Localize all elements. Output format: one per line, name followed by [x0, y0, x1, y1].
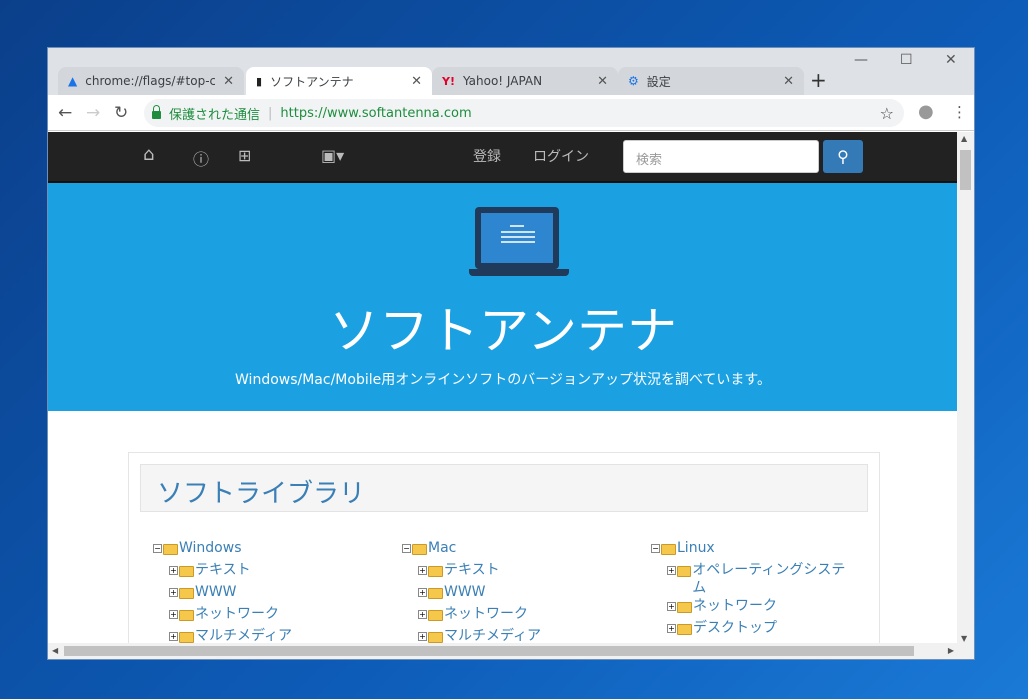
horizontal-scrollbar[interactable]: ◀ ▶	[48, 643, 974, 659]
security-label: 保護された通信	[169, 107, 261, 123]
info-icon[interactable]: ⓘ	[193, 146, 209, 170]
tree-root[interactable]: − Windows	[153, 539, 292, 561]
home-icon[interactable]: ⌂	[143, 144, 154, 165]
reload-button[interactable]: ↻	[114, 103, 128, 123]
forward-button[interactable]: →	[86, 103, 100, 123]
software-library-panel: ソフトライブラリ − Windows + テキスト + WWW + ネットワーク + マル…	[128, 452, 880, 645]
panel-title: ソフトライブラリ	[140, 464, 868, 512]
tree-item[interactable]: + デスクトップ	[651, 619, 851, 641]
site-navbar: ⌂ ⓘ ⊞ ▣▾ 登録 ログイン 検索 ⚲	[48, 132, 958, 183]
tree-root[interactable]: − Mac	[402, 539, 541, 561]
tree-item[interactable]: + ネットワーク	[402, 605, 541, 627]
tree-item[interactable]: + オペレーティングシステム	[651, 561, 851, 597]
close-tab-icon[interactable]: ✕	[223, 74, 234, 89]
yahoo-icon: Y!	[442, 74, 455, 88]
tab-flags[interactable]: ▲chrome://flags/#top-chrome-md✕	[58, 67, 244, 95]
tree-linux: − Linux + オペレーティングシステム + ネットワーク + デスクトップ	[651, 539, 851, 641]
search-icon: ⚲	[837, 147, 849, 166]
browser-window: ▲chrome://flags/#top-chrome-md✕ ▮ソフトアンテナ…	[47, 47, 975, 660]
toolbar: ← → ↻ 保護された通信 | https://www.softantenna.…	[48, 95, 974, 131]
search-input[interactable]: 検索	[623, 140, 819, 173]
close-tab-icon[interactable]: ✕	[411, 74, 422, 89]
flask-icon: ▲	[68, 74, 78, 88]
close-tab-icon[interactable]: ✕	[597, 74, 608, 89]
close-tab-icon[interactable]: ✕	[783, 74, 794, 89]
tab-strip: ▲chrome://flags/#top-chrome-md✕ ▮ソフトアンテナ…	[48, 48, 974, 95]
star-icon[interactable]: ☆	[880, 104, 894, 123]
tab-softantenna[interactable]: ▮ ソフトアンテナ ✕	[246, 67, 432, 95]
laptop-icon	[475, 207, 559, 269]
tree-item[interactable]: + テキスト	[402, 561, 541, 583]
page-content: ⌂ ⓘ ⊞ ▣▾ 登録 ログイン 検索 ⚲ ソフトアンテナ Windows/Ma…	[48, 132, 958, 645]
address-bar[interactable]: 保護された通信 | https://www.softantenna.com ☆	[144, 99, 904, 127]
login-link[interactable]: ログイン	[533, 146, 589, 166]
vertical-scrollbar[interactable]: ▲ ▼	[957, 132, 974, 645]
tree-windows: − Windows + テキスト + WWW + ネットワーク + マルチメディア	[153, 539, 292, 645]
tree-item[interactable]: + ネットワーク	[651, 597, 851, 619]
tree-item[interactable]: + テキスト	[153, 561, 292, 583]
site-subtitle: Windows/Mac/Mobile用オンラインソフトのバージョンアップ状況を調…	[235, 372, 771, 388]
tab-yahoo[interactable]: Y! Yahoo! JAPAN ✕	[432, 67, 618, 95]
register-link[interactable]: 登録	[473, 146, 501, 166]
tree-item[interactable]: + WWW	[153, 583, 292, 605]
menu-icon[interactable]: ⋮	[952, 103, 967, 121]
hero-banner: ソフトアンテナ Windows/Mac/Mobile用オンラインソフトのバージョ…	[48, 183, 958, 411]
back-button[interactable]: ←	[58, 103, 72, 123]
profile-avatar[interactable]: ●	[918, 101, 934, 122]
lock-icon	[152, 105, 161, 119]
windows-icon[interactable]: ⊞	[238, 146, 251, 165]
minimize-button[interactable]: —	[854, 52, 868, 68]
maximize-button[interactable]: ☐	[900, 52, 913, 68]
tree-item[interactable]: + ネットワーク	[153, 605, 292, 627]
close-window-button[interactable]: ✕	[945, 52, 957, 68]
search-button[interactable]: ⚲	[823, 140, 863, 173]
antenna-icon: ▮	[256, 74, 263, 88]
url-text: https://www.softantenna.com	[280, 105, 472, 121]
site-title: ソフトアンテナ	[329, 302, 677, 360]
tree-mac: − Mac + テキスト + WWW + ネットワーク + マルチメディア	[402, 539, 541, 645]
gear-icon: ⚙	[628, 74, 639, 88]
tree-root[interactable]: − Linux	[651, 539, 851, 561]
tree-item[interactable]: + WWW	[402, 583, 541, 605]
new-tab-button[interactable]: +	[810, 68, 827, 92]
image-dropdown-icon[interactable]: ▣▾	[321, 146, 344, 165]
tab-settings[interactable]: ⚙ 設定 ✕	[618, 67, 804, 95]
